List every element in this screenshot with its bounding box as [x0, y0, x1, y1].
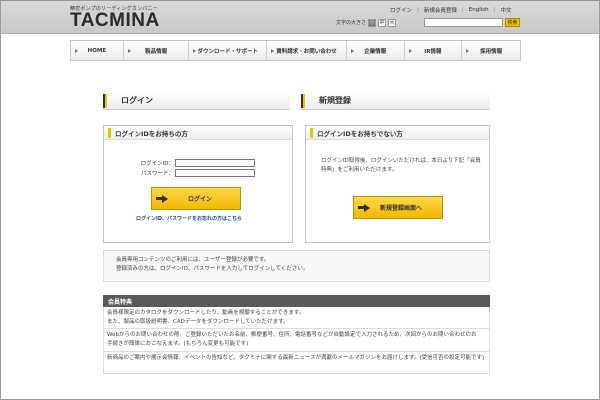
register-panel: ログインIDをお持ちでない方 ログインID取得後、ログインいただければ、本日より…	[305, 125, 490, 243]
perk-row: 新商品のご案内や展示会情報、イベントの告知など、タクミナに関する最新ニュースが満…	[103, 352, 490, 374]
nav-label: IR情報	[424, 48, 442, 55]
login-form: ログインID： パスワード：	[140, 158, 255, 178]
login-panel: ログインIDをお持ちの方 ログインID： パスワード： ログイン ログインID、…	[103, 125, 293, 243]
register-panel-title: ログインIDをお持ちでない方	[317, 129, 403, 138]
arrow-icon	[350, 49, 354, 53]
login-panel-title: ログインIDをお持ちの方	[115, 129, 188, 138]
search-input[interactable]	[424, 18, 503, 27]
password-input[interactable]	[175, 169, 255, 177]
nav-products[interactable]: 製品情報	[124, 41, 190, 60]
title-accent	[103, 93, 107, 108]
nav-label: ダウンロード・サポート	[197, 48, 259, 55]
register-button-label: 新規登録画面へ	[380, 205, 423, 212]
perks-header: 会員特典	[103, 295, 490, 307]
arrow-icon	[75, 49, 78, 53]
login-title-text: ログイン	[121, 96, 153, 105]
login-section-title: ログイン	[102, 92, 290, 110]
login-button[interactable]: ログイン	[151, 187, 241, 210]
info-line: 会員専用コンテンツのご利用には、ユーザー登録が必要です。	[116, 257, 270, 263]
divider: |	[461, 6, 464, 13]
register-title-text: 新規登録	[319, 96, 351, 105]
chinese-link[interactable]: 中文	[500, 6, 511, 14]
perk-row: Webからのお問い合わせの際、ご登録いただいたお名前、郵便番号、住所、電話番号な…	[103, 329, 490, 352]
login-panel-head: ログインIDをお持ちの方	[104, 126, 292, 140]
login-link[interactable]: ログイン	[390, 6, 412, 14]
nav-ir[interactable]: IR情報	[405, 41, 463, 60]
login-id-label: ログインID：	[140, 161, 174, 167]
arrow-icon	[408, 49, 412, 53]
login-id-row: ログインID：	[140, 158, 255, 168]
arrow-icon	[127, 49, 131, 53]
nav-label: 企業情報	[364, 48, 387, 55]
new-member-link[interactable]: 新規会員登録	[424, 6, 457, 14]
login-button-label: ログイン	[188, 196, 213, 203]
forgot-password-link[interactable]: ログインID、パスワードをお忘れの方はこちら	[136, 215, 242, 222]
info-line: 登録済みの方は、ログインID、パスワードを入力してログインしてください。	[116, 266, 309, 272]
nav-home[interactable]: HOME	[71, 41, 124, 60]
password-label: パスワード：	[140, 171, 174, 177]
nav-label: 資料請求・お問い合わせ	[276, 48, 337, 55]
arrow-icon	[271, 49, 275, 53]
nav-label: 採用情報	[480, 48, 503, 55]
register-button[interactable]: 新規登録画面へ	[353, 196, 443, 219]
divider: |	[493, 6, 496, 13]
password-row: パスワード：	[140, 168, 255, 178]
member-info-box: 会員専用コンテンツのご利用には、ユーザー登録が必要です。 登録済みの方は、ログイ…	[103, 250, 490, 282]
register-description: ログインID取得後、ログインいただければ、本日より下記「会員特典」をご利用いただ…	[321, 158, 481, 173]
head-accent	[310, 127, 313, 138]
perk-text: Webからのお問い合わせの際、ご登録いただいたお名前、郵便番号、住所、電話番号な…	[107, 332, 477, 338]
arrow-icon	[193, 49, 197, 53]
top-links: ログイン | 新規会員登録 | English | 中文	[390, 5, 560, 14]
nav-label: HOME	[87, 47, 107, 54]
font-size-selector: 文字の大きさ 小 中 大	[336, 18, 397, 27]
nav-inquiry[interactable]: 資料請求・お問い合わせ	[267, 41, 347, 60]
arrow-right-icon	[358, 203, 370, 212]
register-panel-head: ログインIDをお持ちでない方	[306, 126, 489, 140]
title-accent	[301, 93, 305, 108]
perk-text: 手続きが簡単におこなえます。(もちろん変更も可能です)	[107, 341, 249, 347]
arrow-right-icon	[156, 194, 168, 203]
divider: |	[417, 6, 419, 13]
perk-row: 会員様限定のカタログをダウンロードしたり、動画を視聴することができます。 また、…	[103, 307, 490, 329]
tacmina-logo[interactable]: TACMINA	[70, 10, 160, 32]
perk-text: 新商品のご案内や展示会情報、イベントの告知など、タクミナに関する最新ニュースが満…	[107, 355, 485, 361]
register-section-title: 新規登録	[300, 92, 490, 110]
font-size-small-button[interactable]: 小	[368, 18, 377, 27]
login-id-input[interactable]	[175, 159, 255, 167]
main-nav: HOME 製品情報 ダウンロード・サポート 資料請求・お問い合わせ 企業情報 I…	[70, 40, 521, 61]
perk-text: また、製品の取扱説明書、CADデータをダウンロードしていただけます。	[107, 319, 289, 325]
font-size-large-button[interactable]: 大	[388, 18, 397, 27]
nav-recruit[interactable]: 採用情報	[462, 41, 520, 60]
head-accent	[108, 127, 111, 138]
nav-download-support[interactable]: ダウンロード・サポート	[189, 41, 268, 60]
arrow-icon	[466, 49, 470, 53]
perk-text: 会員様限定のカタログをダウンロードしたり、動画を視聴することができます。	[107, 310, 305, 316]
font-size-label: 文字の大きさ	[336, 20, 367, 26]
nav-label: 製品情報	[145, 48, 168, 55]
nav-company[interactable]: 企業情報	[347, 41, 405, 60]
search-button[interactable]: 検索	[505, 18, 520, 27]
font-size-medium-button[interactable]: 中	[378, 18, 387, 27]
english-link[interactable]: English	[469, 7, 489, 13]
